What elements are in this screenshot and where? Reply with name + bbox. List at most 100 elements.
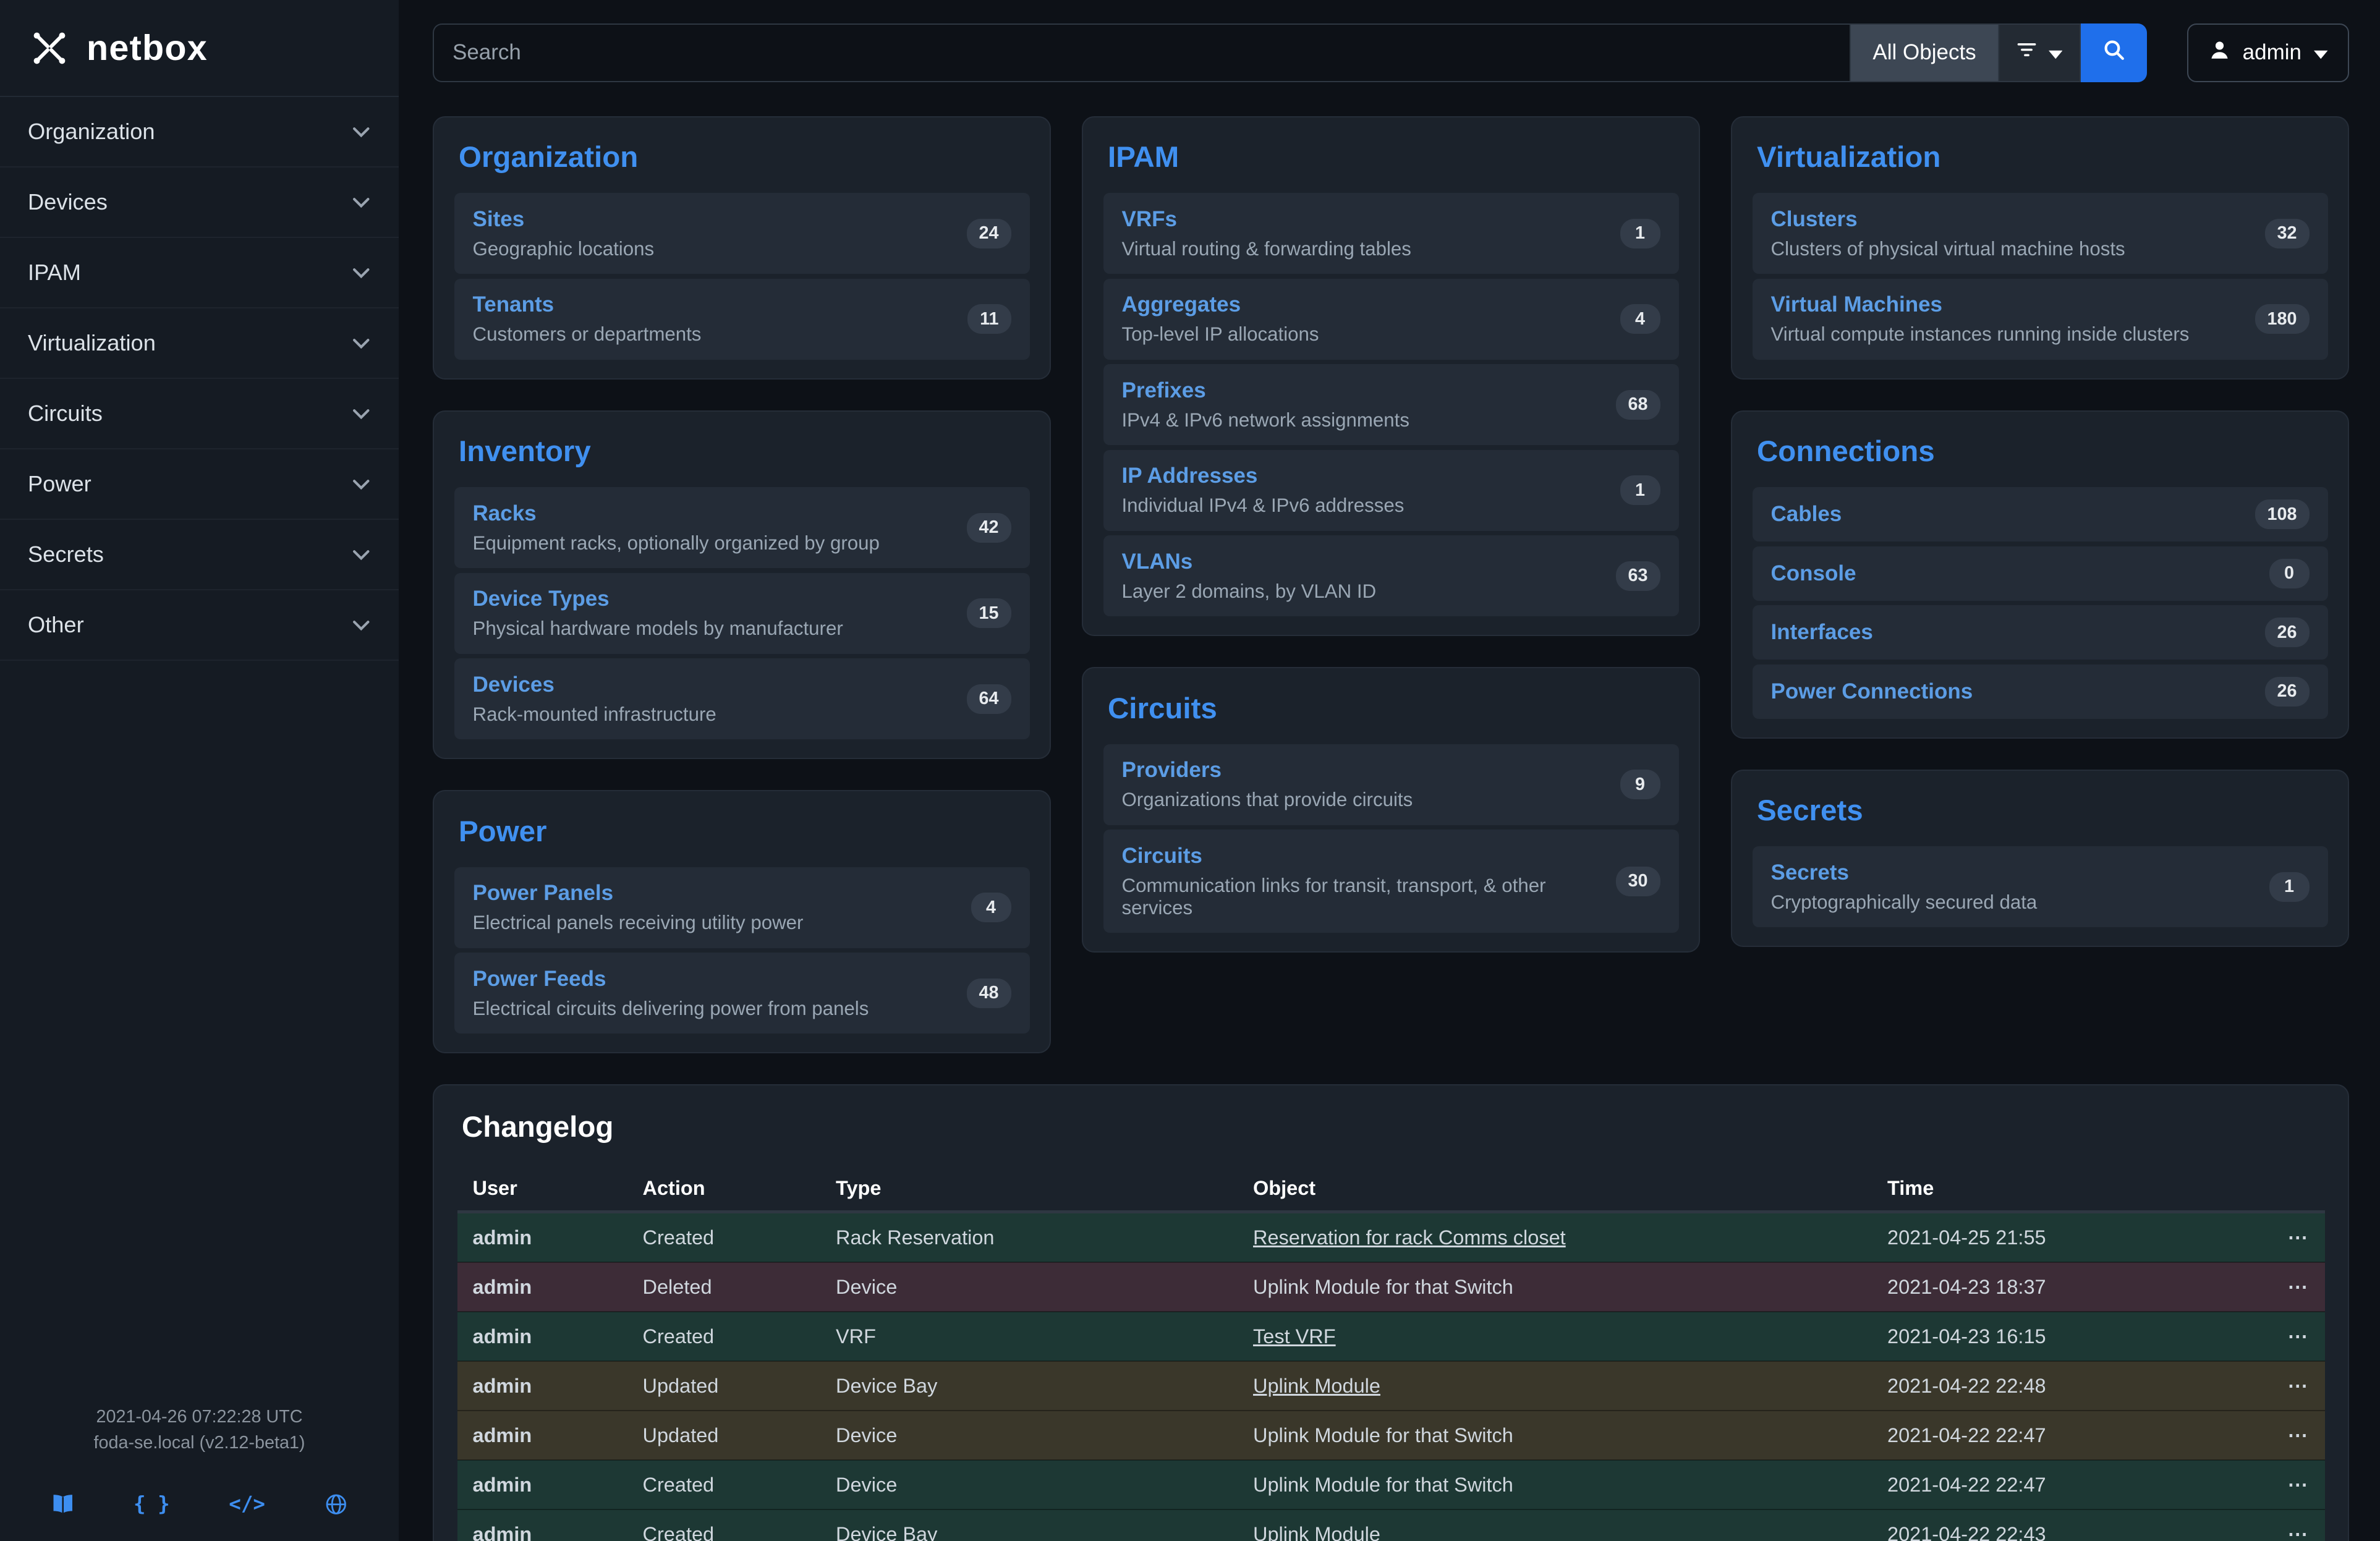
docs-book-icon[interactable]	[51, 1493, 75, 1516]
row-actions-ellipsis[interactable]: ⋯	[2288, 1375, 2310, 1397]
search-filter-dropdown-button[interactable]	[1998, 23, 2081, 82]
item-link[interactable]: VRFs	[1122, 207, 1620, 232]
card-item-secrets[interactable]: Secrets Cryptographically secured data 1	[1753, 846, 2328, 927]
user-menu-button[interactable]: admin	[2187, 23, 2349, 82]
object-link[interactable]: Uplink Module	[1253, 1375, 1380, 1397]
count-badge[interactable]: 26	[2265, 677, 2310, 707]
count-badge[interactable]: 1	[1620, 219, 1660, 248]
count-badge[interactable]: 108	[2255, 499, 2310, 529]
count-badge[interactable]: 64	[967, 684, 1011, 714]
globe-icon[interactable]	[325, 1493, 348, 1516]
item-link[interactable]: IP Addresses	[1122, 464, 1620, 488]
count-badge[interactable]: 4	[1620, 304, 1660, 334]
sidebar-item-organization[interactable]: Organization	[0, 97, 399, 168]
card-item-providers[interactable]: Providers Organizations that provide cir…	[1103, 744, 1679, 825]
item-link[interactable]: Device Types	[473, 587, 967, 611]
api-code-icon[interactable]: </>	[229, 1490, 265, 1519]
object-link[interactable]: Uplink Module	[1253, 1523, 1380, 1541]
item-link[interactable]: Racks	[473, 501, 967, 526]
item-description: Electrical circuits delivering power fro…	[473, 998, 967, 1020]
item-link[interactable]: Devices	[473, 673, 967, 697]
card-item-sites[interactable]: Sites Geographic locations 24	[454, 193, 1030, 274]
item-link[interactable]: Aggregates	[1122, 292, 1620, 317]
count-badge[interactable]: 15	[967, 598, 1011, 628]
count-badge[interactable]: 24	[967, 219, 1011, 248]
count-badge[interactable]: 9	[1620, 770, 1660, 799]
card-item-device-types[interactable]: Device Types Physical hardware models by…	[454, 573, 1030, 654]
item-link[interactable]: Circuits	[1122, 844, 1616, 868]
netbox-logo[interactable]: netbox	[0, 0, 399, 96]
card-item-circuits[interactable]: Circuits Communication links for transit…	[1103, 830, 1679, 933]
cell-type: Rack Reservation	[820, 1212, 1238, 1263]
item-link[interactable]: Interfaces	[1771, 620, 2265, 645]
item-link[interactable]: Secrets	[1771, 860, 2269, 885]
search-submit-button[interactable]	[2081, 23, 2148, 82]
card-item-power-feeds[interactable]: Power Feeds Electrical circuits deliveri…	[454, 953, 1030, 1034]
count-badge[interactable]: 68	[1616, 390, 1660, 420]
row-actions-ellipsis[interactable]: ⋯	[2288, 1325, 2310, 1348]
row-actions-ellipsis[interactable]: ⋯	[2288, 1424, 2310, 1446]
card-title: IPAM	[1108, 140, 1674, 174]
item-link[interactable]: Cables	[1771, 502, 2255, 527]
item-link[interactable]: VLANs	[1122, 550, 1616, 574]
item-link[interactable]: Sites	[473, 207, 967, 232]
chevron-down-icon	[351, 333, 372, 354]
sidebar-item-other[interactable]: Other	[0, 590, 399, 661]
count-badge[interactable]: 1	[2269, 872, 2310, 902]
card-item-virtual-machines[interactable]: Virtual Machines Virtual compute instanc…	[1753, 279, 2328, 360]
sidebar-item-secrets[interactable]: Secrets	[0, 520, 399, 590]
card-item-tenants[interactable]: Tenants Customers or departments 11	[454, 279, 1030, 360]
count-badge[interactable]: 30	[1616, 867, 1660, 896]
count-badge[interactable]: 4	[971, 893, 1011, 922]
sidebar-item-power[interactable]: Power	[0, 449, 399, 520]
count-badge[interactable]: 48	[967, 979, 1011, 1008]
search-input[interactable]	[433, 23, 1850, 82]
count-badge[interactable]: 42	[967, 513, 1011, 543]
card-item-power-panels[interactable]: Power Panels Electrical panels receiving…	[454, 867, 1030, 948]
item-link[interactable]: Power Connections	[1771, 679, 2265, 704]
rest-api-braces-icon[interactable]: { }	[134, 1490, 170, 1519]
card-item-power-connections[interactable]: Power Connections 26	[1753, 664, 2328, 719]
row-actions-ellipsis[interactable]: ⋯	[2288, 1276, 2310, 1298]
count-badge[interactable]: 180	[2255, 304, 2310, 334]
item-link[interactable]: Prefixes	[1122, 378, 1616, 403]
card-item-clusters[interactable]: Clusters Clusters of physical virtual ma…	[1753, 193, 2328, 274]
sidebar-item-circuits[interactable]: Circuits	[0, 379, 399, 449]
item-link[interactable]: Providers	[1122, 758, 1620, 783]
card-title: Inventory	[459, 435, 1025, 469]
sidebar-item-ipam[interactable]: IPAM	[0, 238, 399, 308]
card-item-cables[interactable]: Cables 108	[1753, 487, 2328, 541]
count-badge[interactable]: 26	[2265, 618, 2310, 647]
item-link[interactable]: Virtual Machines	[1771, 292, 2255, 317]
card-item-interfaces[interactable]: Interfaces 26	[1753, 605, 2328, 660]
item-link[interactable]: Power Feeds	[473, 967, 967, 991]
count-badge[interactable]: 1	[1620, 475, 1660, 505]
item-description: Individual IPv4 & IPv6 addresses	[1122, 495, 1620, 517]
sidebar-item-devices[interactable]: Devices	[0, 168, 399, 238]
object-link[interactable]: Reservation for rack Comms closet	[1253, 1226, 1566, 1249]
card-item-prefixes[interactable]: Prefixes IPv4 & IPv6 network assignments…	[1103, 364, 1679, 445]
count-badge[interactable]: 63	[1616, 561, 1660, 591]
row-actions-ellipsis[interactable]: ⋯	[2288, 1474, 2310, 1496]
row-actions-ellipsis[interactable]: ⋯	[2288, 1226, 2310, 1249]
card-item-vlans[interactable]: VLANs Layer 2 domains, by VLAN ID 63	[1103, 535, 1679, 616]
card-item-devices[interactable]: Devices Rack-mounted infrastructure 64	[454, 658, 1030, 739]
row-actions-ellipsis[interactable]: ⋯	[2288, 1523, 2310, 1541]
sidebar-item-virtualization[interactable]: Virtualization	[0, 308, 399, 379]
object-link[interactable]: Test VRF	[1253, 1325, 1336, 1348]
cell-type: Device	[820, 1411, 1238, 1460]
cell-action: Created	[627, 1509, 821, 1541]
card-item-ip-addresses[interactable]: IP Addresses Individual IPv4 & IPv6 addr…	[1103, 450, 1679, 531]
item-link[interactable]: Clusters	[1771, 207, 2265, 232]
card-item-racks[interactable]: Racks Equipment racks, optionally organi…	[454, 487, 1030, 568]
count-badge[interactable]: 0	[2269, 559, 2310, 588]
item-link[interactable]: Power Panels	[473, 881, 971, 906]
card-item-console[interactable]: Console 0	[1753, 546, 2328, 601]
item-link[interactable]: Console	[1771, 561, 2269, 586]
item-link[interactable]: Tenants	[473, 292, 968, 317]
search-scope-button[interactable]: All Objects	[1850, 23, 1997, 82]
count-badge[interactable]: 11	[967, 304, 1011, 334]
card-item-aggregates[interactable]: Aggregates Top-level IP allocations 4	[1103, 279, 1679, 360]
count-badge[interactable]: 32	[2265, 219, 2310, 248]
card-item-vrfs[interactable]: VRFs Virtual routing & forwarding tables…	[1103, 193, 1679, 274]
